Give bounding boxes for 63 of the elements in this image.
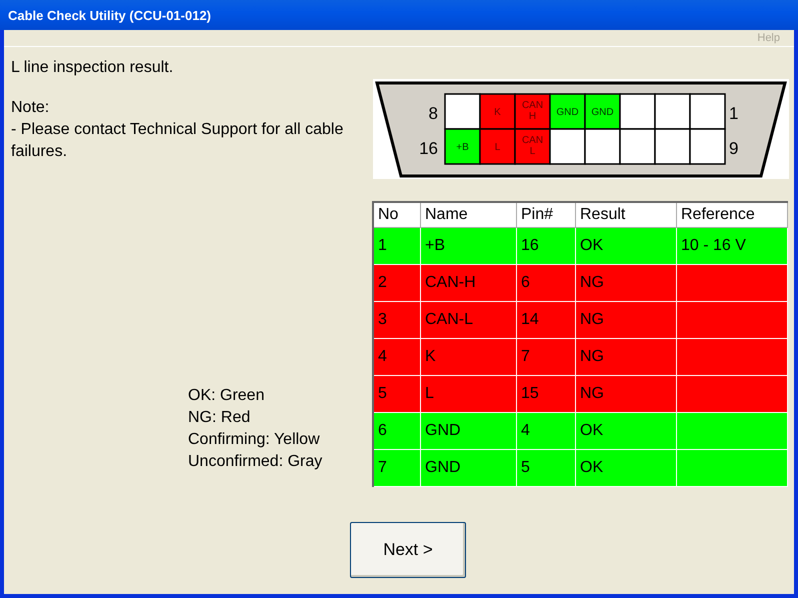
pin-cell <box>689 93 726 130</box>
table-cell: OK <box>580 422 604 439</box>
table-cell: 1 <box>378 237 387 254</box>
table-cell: 4 <box>521 422 530 439</box>
table-cell: 15 <box>521 385 539 402</box>
next-button[interactable]: Next > <box>350 522 466 578</box>
table-cell: NG <box>580 311 604 328</box>
table-cell: K <box>425 348 436 365</box>
legend-entry: Unconfirmed: Gray <box>188 452 324 472</box>
pin-cell <box>444 93 481 130</box>
table-cell: CAN-H <box>425 274 476 291</box>
table-cell: CAN-L <box>425 311 474 328</box>
column-header: Name <box>420 202 516 228</box>
table-cell: 7 <box>521 348 530 365</box>
pin-number: 16 <box>419 139 438 158</box>
pin-cell <box>654 128 691 165</box>
table-cell: NG <box>580 274 604 291</box>
legend-entry: NG: Red <box>188 408 252 428</box>
note-heading: Note: <box>11 98 50 118</box>
column-header: No <box>373 202 420 228</box>
table-cell: 6 <box>521 274 530 291</box>
legend-entry: OK: Green <box>188 386 266 406</box>
table-cell: 10 - 16 V <box>681 237 746 254</box>
table-cell: 16 <box>521 237 539 254</box>
pin-cell: CAN L <box>514 128 551 165</box>
pin-cell: K <box>479 93 516 130</box>
pin-cell: CAN H <box>514 93 551 130</box>
table-cell: 7 <box>378 459 387 476</box>
column-header: Reference <box>676 202 788 228</box>
table-cell: NG <box>580 348 604 365</box>
pin-cell <box>584 128 621 165</box>
table-cell: OK <box>580 237 604 254</box>
pin-cell <box>549 128 586 165</box>
table-cell: OK <box>580 459 604 476</box>
table-cell: 4 <box>378 348 387 365</box>
column-header: Pin# <box>516 202 576 228</box>
pin-cell: GND <box>584 93 621 130</box>
note-text: - Please contact Technical Support for all cable failures. <box>11 120 344 162</box>
pin-cell <box>689 128 726 165</box>
table-cell: 2 <box>378 274 387 291</box>
window-title: Cable Check Utility (CCU-01-012) <box>8 8 211 22</box>
table-cell: 5 <box>378 385 387 402</box>
pin-number: 1 <box>729 104 738 123</box>
pin-cell <box>654 93 691 130</box>
table-cell: NG <box>580 385 604 402</box>
pin-cell: +B <box>444 128 481 165</box>
table-cell: 14 <box>521 311 539 328</box>
table-cell: 6 <box>378 422 387 439</box>
pin-number: 9 <box>729 139 738 158</box>
legend-entry: Confirming: Yellow <box>188 430 321 450</box>
table-cell: L <box>425 385 434 402</box>
table-cell: 5 <box>521 459 530 476</box>
pin-cell <box>619 128 656 165</box>
pin-number: 8 <box>428 104 438 123</box>
result-message: L line inspection result. <box>11 59 174 77</box>
pin-cell: L <box>479 128 516 165</box>
table-cell: GND <box>425 459 461 476</box>
table-cell: 3 <box>378 311 387 328</box>
pin-cell: GND <box>549 93 586 130</box>
pin-cell <box>619 93 656 130</box>
table-cell: +B <box>425 237 446 254</box>
table-cell: GND <box>425 422 461 439</box>
column-header: Result <box>576 202 676 228</box>
